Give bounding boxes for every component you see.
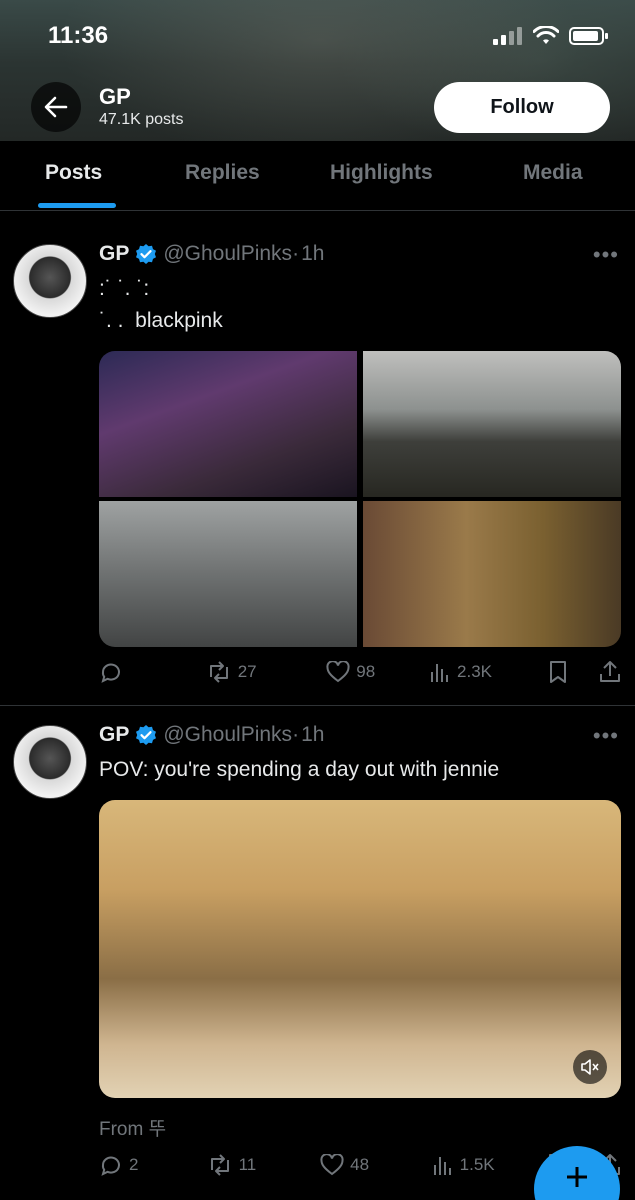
back-button[interactable] <box>31 82 81 132</box>
reply-button[interactable]: 2 <box>99 1153 207 1177</box>
reply-button[interactable] <box>99 660 206 684</box>
profile-header: 11:36 GP 47.1K posts Follow <box>0 0 635 141</box>
author-name[interactable]: GP <box>99 242 129 266</box>
repost-button[interactable]: 11 <box>207 1153 321 1177</box>
repost-count: 11 <box>238 1155 257 1174</box>
post-text-line2: ˙. . blackpink <box>99 309 223 332</box>
photo-grid <box>99 351 621 647</box>
reply-icon <box>101 1156 120 1176</box>
author-handle[interactable]: @GhoulPinks <box>163 242 292 266</box>
share-button[interactable] <box>599 660 621 684</box>
author-name[interactable]: GP <box>99 723 129 747</box>
post-text: POV: you're spending a day out with jenn… <box>99 758 500 781</box>
reply-icon <box>101 663 120 683</box>
repost-count: 27 <box>237 662 257 681</box>
tab-highlights[interactable]: Highlights <box>330 161 433 185</box>
heart-icon <box>326 661 350 683</box>
post-1[interactable]: GP @GhoulPinks · 1h ••• :˙ ˙. ˙: ˙. . blac… <box>0 212 635 706</box>
tab-media[interactable]: Media <box>523 161 583 185</box>
post-separator: · <box>292 242 300 265</box>
signal-icon <box>493 27 522 45</box>
status-time: 11:36 <box>48 22 109 49</box>
battery-icon <box>569 27 608 45</box>
view-count: 2.3K <box>457 662 493 681</box>
speaker-muted-icon <box>581 1059 599 1075</box>
views-button[interactable]: 2.3K <box>429 661 548 683</box>
plus-icon <box>567 1167 587 1187</box>
post-text-line1: :˙ ˙. ˙: <box>99 277 150 300</box>
post-time[interactable]: 1h <box>301 723 324 747</box>
status-icons <box>493 26 609 46</box>
wifi-icon <box>533 26 559 44</box>
like-button[interactable]: 48 <box>320 1154 432 1176</box>
posts-count: 47.1K posts <box>99 111 184 128</box>
post-actions: 27 98 2.3K <box>99 657 621 687</box>
profile-tabs: Posts Replies Highlights Media <box>0 141 635 211</box>
more-options-icon[interactable]: ••• <box>593 723 619 749</box>
profile-name: GP <box>99 84 131 109</box>
photo-3[interactable] <box>99 501 357 647</box>
avatar[interactable] <box>13 725 87 799</box>
tab-posts[interactable]: Posts <box>45 161 102 185</box>
bookmark-icon <box>549 661 566 683</box>
views-chart-icon <box>431 664 449 682</box>
photo-1[interactable] <box>99 351 357 497</box>
mute-button[interactable] <box>573 1050 607 1084</box>
author-handle[interactable]: @GhoulPinks <box>163 723 292 747</box>
heart-icon <box>320 1154 344 1176</box>
views-button[interactable]: 1.5K <box>432 1154 548 1176</box>
verified-badge-icon <box>136 244 157 264</box>
active-tab-indicator <box>38 203 116 208</box>
repost-button[interactable]: 27 <box>206 660 327 684</box>
post-time[interactable]: 1h <box>301 242 324 266</box>
video-source-label[interactable]: From 뚜 <box>99 1114 166 1141</box>
post-author: GP @GhoulPinks · 1h <box>99 242 324 266</box>
follow-button[interactable]: Follow <box>434 82 610 133</box>
post-author: GP @GhoulPinks · 1h <box>99 723 324 747</box>
reply-count: 2 <box>129 1155 139 1174</box>
verified-badge-icon <box>136 725 157 745</box>
repost-icon <box>210 1154 229 1176</box>
bookmark-button[interactable] <box>548 660 599 684</box>
avatar[interactable] <box>13 244 87 318</box>
tab-replies[interactable]: Replies <box>185 161 260 185</box>
view-count: 1.5K <box>459 1155 495 1174</box>
share-icon <box>600 661 620 682</box>
like-button[interactable]: 98 <box>326 661 429 683</box>
photo-2[interactable] <box>363 351 621 497</box>
views-chart-icon <box>433 1157 451 1175</box>
arrow-left-icon <box>44 96 68 118</box>
like-count: 48 <box>350 1155 370 1174</box>
video-player[interactable] <box>99 800 621 1098</box>
photo-4[interactable] <box>363 501 621 647</box>
post-separator: · <box>292 723 300 746</box>
repost-icon <box>209 661 228 683</box>
more-options-icon[interactable]: ••• <box>593 242 619 268</box>
like-count: 98 <box>356 662 376 681</box>
